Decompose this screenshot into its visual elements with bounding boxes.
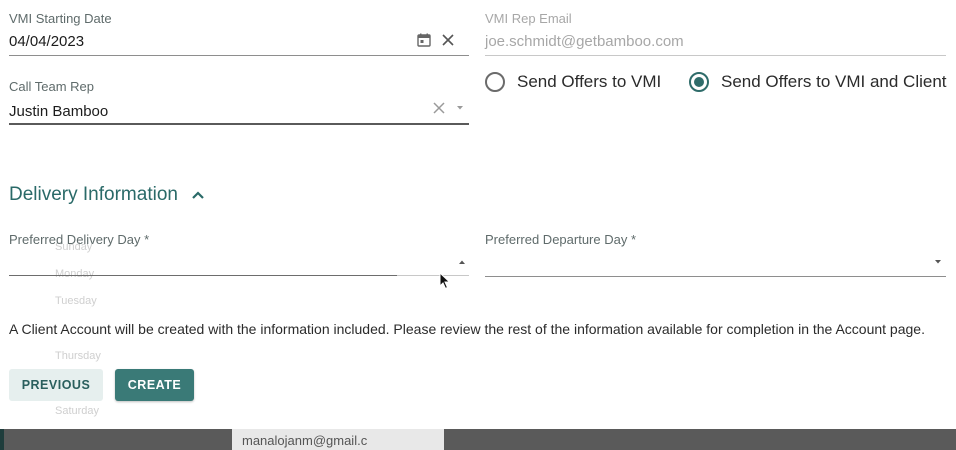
day-option[interactable]: Saturday bbox=[55, 405, 99, 417]
day-option[interactable]: Tuesday bbox=[55, 295, 97, 307]
calendar-icon[interactable] bbox=[414, 30, 434, 50]
background-sidebar-edge bbox=[0, 429, 4, 450]
preferred-delivery-day-label: Preferred Delivery Day * bbox=[9, 232, 150, 247]
radio-send-offers-vmi[interactable]: Send Offers to VMI bbox=[485, 72, 661, 92]
preferred-delivery-day-underline-rest bbox=[397, 275, 469, 276]
background-email-text: manalojanm@gmail.c bbox=[242, 433, 368, 448]
mouse-cursor-icon bbox=[439, 271, 451, 295]
radio-circle-empty bbox=[485, 72, 505, 92]
preferred-delivery-day-underline bbox=[9, 275, 397, 276]
caret-down-icon[interactable] bbox=[450, 98, 470, 118]
previous-button[interactable]: PREVIOUS bbox=[9, 369, 103, 401]
chevron-up-icon[interactable] bbox=[188, 185, 208, 205]
vmi-rep-email-underline bbox=[485, 55, 946, 56]
radio-circle-selected bbox=[689, 72, 709, 92]
vmi-start-date-underline bbox=[9, 55, 469, 56]
radio-send-offers-vmi-label: Send Offers to VMI bbox=[517, 72, 662, 91]
vmi-rep-email-input: joe.schmidt@getbamboo.com bbox=[485, 33, 684, 50]
vmi-rep-email-label: VMI Rep Email bbox=[485, 11, 572, 26]
radio-send-offers-vmi-client[interactable]: Send Offers to VMI and Client bbox=[689, 72, 947, 92]
vmi-start-date-label: VMI Starting Date bbox=[9, 11, 112, 26]
preferred-delivery-day-select[interactable] bbox=[9, 248, 449, 272]
preferred-departure-day-select[interactable] bbox=[485, 248, 925, 272]
call-team-rep-label: Call Team Rep bbox=[9, 79, 95, 94]
clear-rep-icon[interactable] bbox=[429, 98, 449, 118]
preferred-departure-day-underline bbox=[485, 276, 946, 277]
call-team-rep-select[interactable]: Justin Bamboo bbox=[9, 103, 108, 120]
background-overlay bbox=[0, 429, 956, 450]
clear-date-icon[interactable] bbox=[438, 30, 458, 50]
caret-down-icon[interactable] bbox=[928, 252, 948, 272]
create-button[interactable]: CREATE bbox=[115, 369, 194, 401]
call-team-rep-underline bbox=[9, 123, 469, 125]
caret-up-icon[interactable] bbox=[452, 252, 472, 272]
radio-send-offers-vmi-client-label: Send Offers to VMI and Client bbox=[721, 72, 947, 91]
day-option[interactable]: Thursday bbox=[55, 350, 101, 362]
info-message: A Client Account will be created with th… bbox=[9, 321, 925, 337]
preferred-departure-day-label: Preferred Departure Day * bbox=[485, 232, 637, 247]
vmi-start-date-input[interactable]: 04/04/2023 bbox=[9, 33, 84, 50]
delivery-section-title: Delivery Information bbox=[9, 184, 178, 205]
